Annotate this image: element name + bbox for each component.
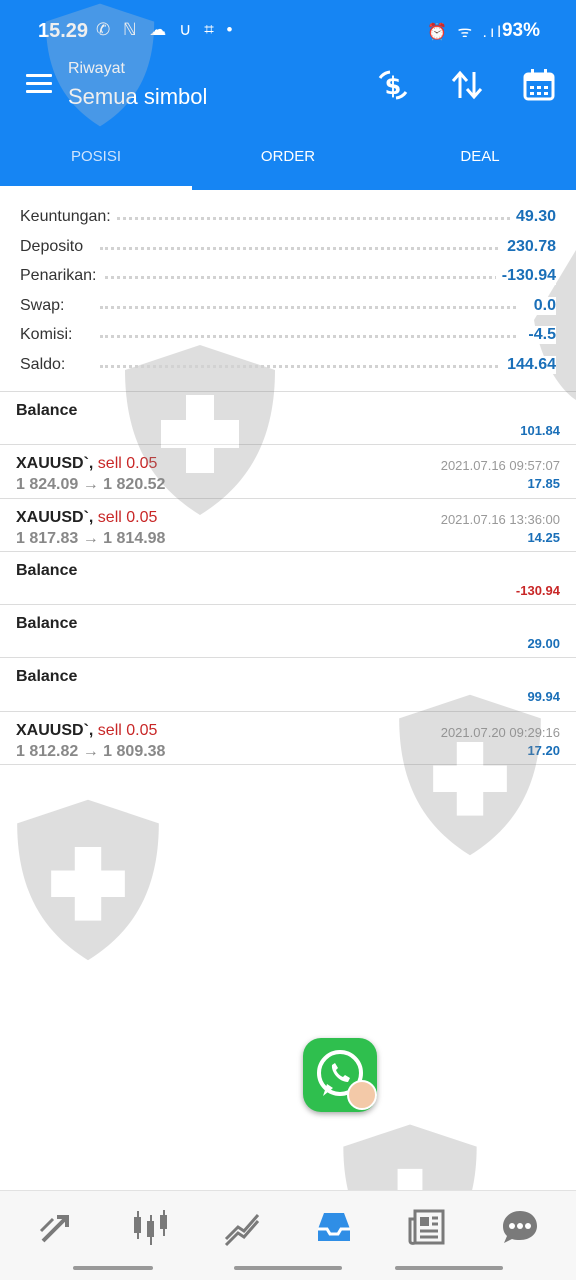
summary-value: 230.78 bbox=[501, 237, 556, 256]
trend-chart-icon[interactable] bbox=[222, 1207, 262, 1247]
tab-deal[interactable]: DEAL bbox=[384, 126, 576, 190]
deal-time: 2021.07.16 13:36:00 bbox=[440, 511, 560, 527]
deal-name: XAUUSD`, sell 0.05 bbox=[16, 721, 158, 739]
gesture-bar bbox=[234, 1266, 342, 1270]
summary-row-balance: Saldo: 144.64 bbox=[0, 348, 576, 378]
summary-label: Saldo: bbox=[20, 355, 72, 374]
summary-label: Komisi: bbox=[20, 326, 79, 344]
tab-indicator bbox=[0, 186, 192, 190]
dotted-leader bbox=[100, 305, 516, 309]
tab-posisi[interactable]: POSISI bbox=[0, 126, 192, 190]
tab-order[interactable]: ORDER bbox=[192, 126, 384, 190]
summary-row-swap: Swap: 0.0 bbox=[0, 289, 576, 319]
deal-name: XAUUSD`, sell 0.05 bbox=[16, 455, 158, 473]
deal-profit: -130.94 bbox=[515, 582, 560, 598]
deal-prices: 1 824.09 → 1 820.52 bbox=[16, 476, 166, 494]
chat-icon[interactable] bbox=[500, 1207, 540, 1247]
dotted-leader bbox=[100, 335, 516, 338]
summary-label: Keuntungan: bbox=[20, 208, 117, 226]
deposit-icon[interactable]: $ bbox=[376, 68, 410, 102]
deal-prices: 1 812.82 → 1 809.38 bbox=[16, 742, 166, 760]
summary-label: Deposito bbox=[20, 237, 90, 256]
deal-profit: 99.94 bbox=[527, 689, 560, 705]
list-item[interactable]: Balance 29.00 bbox=[0, 605, 576, 659]
deal-side: sell 0.05 bbox=[97, 721, 158, 739]
summary-row-commission: Komisi: -4.5 bbox=[0, 318, 576, 348]
list-item[interactable]: Balance 99.94 bbox=[0, 658, 576, 712]
status-bar: 15.29 ✆ ℕ ☁ ∪ ⌗ • ⏰ ᯤ .ıl 93% bbox=[0, 0, 576, 62]
deal-name: Balance bbox=[16, 615, 78, 633]
sort-icon[interactable] bbox=[450, 68, 484, 102]
list-item[interactable]: Balance -130.94 bbox=[0, 552, 576, 606]
deal-name: Balance bbox=[16, 668, 78, 686]
page-subtitle: Riwayat bbox=[68, 60, 125, 77]
trade-arrows-icon[interactable] bbox=[37, 1207, 77, 1247]
deal-time: 2021.07.16 09:57:07 bbox=[440, 458, 560, 474]
summary-value: -130.94 bbox=[495, 267, 556, 285]
avatar bbox=[347, 1080, 377, 1110]
gesture-bar bbox=[73, 1266, 153, 1270]
summary-row-deposit: Deposito 230.78 bbox=[0, 230, 576, 260]
history-inbox-icon[interactable] bbox=[314, 1207, 354, 1247]
svg-text:$: $ bbox=[385, 72, 402, 100]
dotted-leader bbox=[100, 217, 516, 220]
list-item[interactable]: Balance 101.84 bbox=[0, 392, 576, 446]
menu-icon[interactable] bbox=[26, 74, 52, 94]
page-title[interactable]: Semua simbol bbox=[68, 84, 207, 110]
news-icon[interactable] bbox=[407, 1207, 447, 1247]
status-time: 15.29 bbox=[38, 20, 89, 42]
summary-row-withdrawal: Penarikan: -130.94 bbox=[0, 259, 576, 289]
summary-value: -4.5 bbox=[522, 326, 556, 344]
summary-panel: Keuntungan: 49.30 Deposito 230.78 Penari… bbox=[0, 200, 576, 377]
deal-profit: 14.25 bbox=[527, 529, 560, 545]
deal-time: 2021.07.20 09:29:16 bbox=[440, 724, 560, 740]
deal-side: sell 0.05 bbox=[97, 455, 158, 473]
tab-bar: POSISI ORDER DEAL bbox=[0, 126, 576, 190]
battery-level: 93% bbox=[501, 20, 540, 41]
app-header: 15.29 ✆ ℕ ☁ ∪ ⌗ • ⏰ ᯤ .ıl 93% Riwayat Se… bbox=[0, 0, 576, 190]
deal-side: sell 0.05 bbox=[97, 508, 158, 526]
shield-watermark-icon bbox=[17, 799, 159, 961]
deal-name: Balance bbox=[16, 561, 78, 579]
deal-list: Balance 101.84 XAUUSD`, sell 0.05 1 824.… bbox=[0, 392, 576, 766]
deal-name: XAUUSD`, sell 0.05 bbox=[16, 508, 158, 526]
list-item[interactable]: XAUUSD`, sell 0.05 1 824.09 → 1 820.52 2… bbox=[0, 445, 576, 499]
gesture-bar bbox=[395, 1266, 503, 1270]
deal-profit: 101.84 bbox=[520, 423, 560, 438]
summary-label: Penarikan: bbox=[20, 267, 103, 285]
system-icons: ⏰ ᯤ .ıl bbox=[427, 24, 504, 41]
summary-value: 0.0 bbox=[527, 296, 556, 315]
calendar-icon[interactable] bbox=[522, 68, 556, 102]
candlestick-chart-icon[interactable] bbox=[130, 1207, 170, 1247]
deal-prices: 1 817.83 → 1 814.98 bbox=[16, 529, 166, 547]
summary-value: 144.64 bbox=[501, 355, 556, 374]
notification-icons: ✆ ℕ ☁ ∪ ⌗ • bbox=[96, 20, 237, 39]
summary-value: 49.30 bbox=[509, 208, 556, 226]
deal-name: Balance bbox=[16, 402, 78, 419]
deal-profit: 17.85 bbox=[527, 476, 560, 492]
deal-profit: 29.00 bbox=[527, 636, 560, 652]
dotted-leader bbox=[100, 246, 516, 250]
deal-profit: 17.20 bbox=[527, 742, 560, 758]
summary-row-profit: Keuntungan: 49.30 bbox=[0, 200, 576, 230]
list-item[interactable]: XAUUSD`, sell 0.05 1 817.83 → 1 814.98 2… bbox=[0, 499, 576, 552]
dotted-leader bbox=[100, 276, 516, 279]
dotted-leader bbox=[100, 364, 516, 368]
summary-label: Swap: bbox=[20, 296, 71, 315]
list-item[interactable]: XAUUSD`, sell 0.05 1 812.82 → 1 809.38 2… bbox=[0, 712, 576, 766]
